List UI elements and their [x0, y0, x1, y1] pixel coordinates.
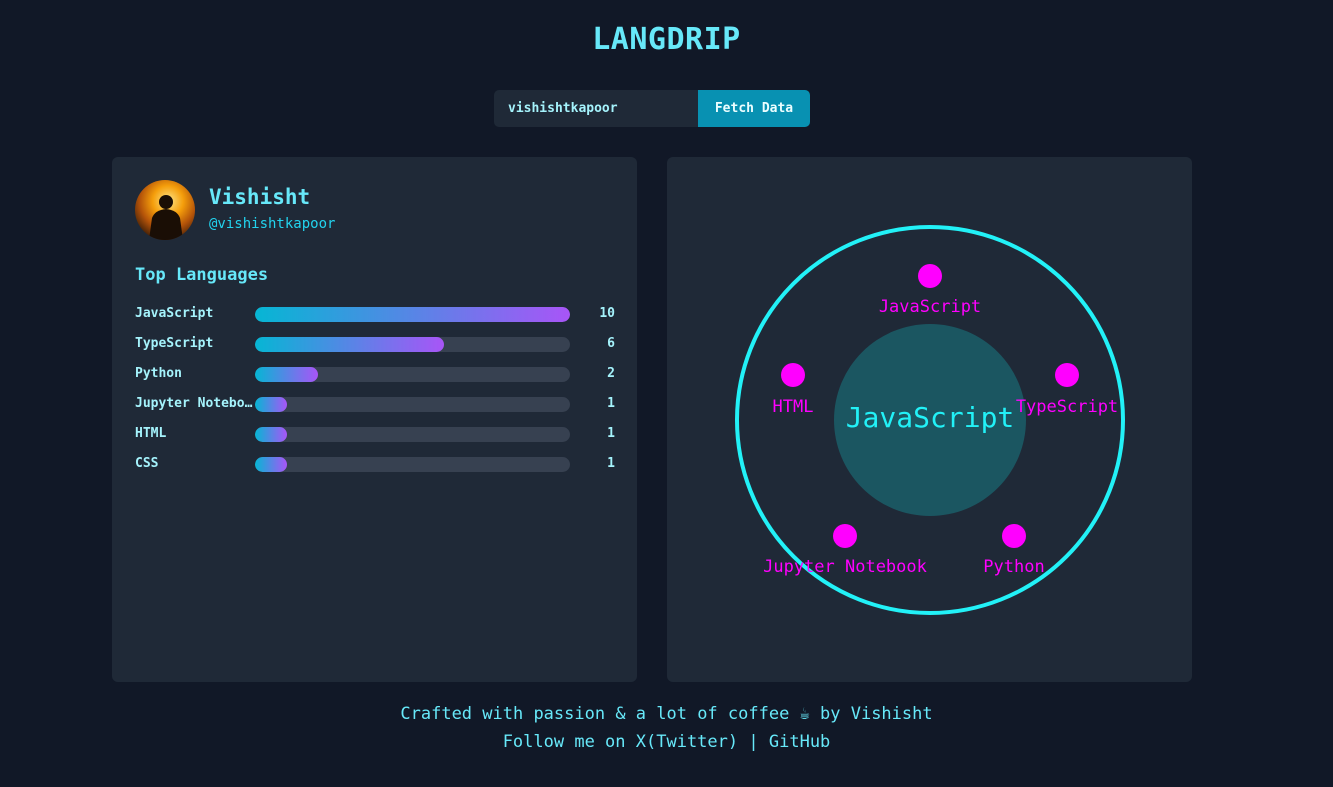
language-orbit-card: JavaScript JavaScript TypeScript Python …	[667, 157, 1192, 682]
language-bar-track	[255, 337, 570, 352]
language-orbit-graphic: JavaScript JavaScript TypeScript Python …	[735, 225, 1125, 615]
language-count: 1	[607, 456, 615, 471]
footer-credit: Crafted with passion & a lot of coffee ☕…	[400, 704, 933, 724]
orbit-node-dot	[918, 264, 942, 288]
profile-name: Vishisht	[209, 185, 311, 209]
username-input[interactable]	[494, 90, 698, 127]
orbit-node-dot	[833, 524, 857, 548]
language-name: HTML	[135, 426, 167, 441]
language-name: Python	[135, 366, 182, 381]
follow-text: Follow me on	[502, 732, 626, 752]
language-row: TypeScript 6	[135, 335, 615, 365]
orbit-node-dot	[1002, 524, 1026, 548]
orbit-node-label: HTML	[773, 397, 814, 417]
orbit-node-label: Jupyter Notebook	[763, 557, 927, 577]
language-bar-fill	[255, 457, 287, 472]
language-bar-fill	[255, 397, 287, 412]
language-bar-track	[255, 427, 570, 442]
person-silhouette-icon	[149, 195, 183, 240]
language-list: JavaScript 10 TypeScript 6 Python 2 Jupy…	[135, 305, 615, 485]
language-row: Jupyter Notebook 1	[135, 395, 615, 425]
language-bar-fill	[255, 367, 318, 382]
language-name: TypeScript	[135, 336, 214, 351]
language-name: CSS	[135, 456, 159, 471]
language-name: JavaScript	[135, 306, 214, 321]
github-link[interactable]: GitHub	[769, 732, 830, 752]
orbit-node-label: Python	[983, 557, 1044, 577]
language-count: 1	[607, 396, 615, 411]
language-bar-track	[255, 367, 570, 382]
language-bar-fill	[255, 427, 287, 442]
language-count: 6	[607, 336, 615, 351]
orbit-node-label: TypeScript	[1016, 397, 1118, 417]
language-row: Python 2	[135, 365, 615, 395]
orbit-node[interactable]: JavaScript	[879, 264, 981, 317]
orbit-node[interactable]: Python	[983, 524, 1045, 577]
orbit-node[interactable]: TypeScript	[1016, 363, 1118, 417]
twitter-link[interactable]: X(Twitter)	[636, 732, 738, 752]
profile-handle: @vishishtkapoor	[209, 216, 336, 232]
language-row: JavaScript 10	[135, 305, 615, 335]
avatar	[135, 180, 195, 240]
language-bar-fill	[255, 337, 444, 352]
language-row: HTML 1	[135, 425, 615, 455]
language-count: 1	[607, 426, 615, 441]
language-bar-track	[255, 397, 570, 412]
orbit-center-label: JavaScript	[846, 401, 1015, 434]
language-bar-track	[255, 307, 570, 322]
footer-separator: |	[748, 732, 759, 752]
top-languages-title: Top Languages	[135, 265, 269, 285]
footer-links: Follow me on X(Twitter) | GitHub	[0, 732, 1333, 752]
language-bar-track	[255, 457, 570, 472]
search-bar: Fetch Data	[494, 90, 810, 127]
fetch-data-button[interactable]: Fetch Data	[698, 90, 810, 127]
orbit-node[interactable]: HTML	[773, 363, 814, 417]
profile-card: Vishisht @vishishtkapoor Top Languages J…	[112, 157, 637, 682]
language-count: 10	[599, 306, 615, 321]
orbit-node-label: JavaScript	[879, 297, 981, 317]
language-row: CSS 1	[135, 455, 615, 485]
language-name: Jupyter Notebook	[135, 396, 253, 411]
orbit-node-dot	[781, 363, 805, 387]
orbit-node-dot	[1055, 363, 1079, 387]
language-bar-fill	[255, 307, 570, 322]
language-count: 2	[607, 366, 615, 381]
app-title: LANGDRIP	[592, 22, 741, 57]
